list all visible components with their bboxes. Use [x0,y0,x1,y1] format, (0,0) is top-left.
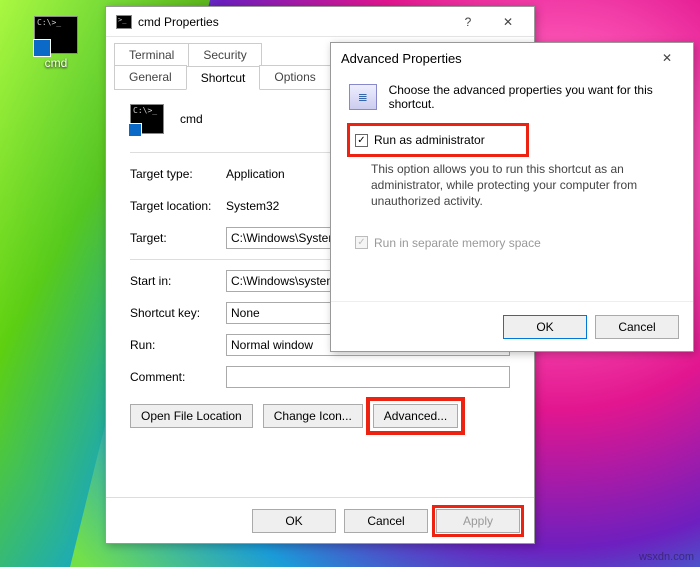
target-location-label: Target location: [130,199,226,213]
comment-input[interactable] [226,366,510,388]
dialog-footer: OK Cancel Apply [106,497,534,543]
target-location-value: System32 [226,195,279,217]
ok-button[interactable]: OK [503,315,587,339]
properties-icon: ≣ [349,84,377,110]
target-label: Target: [130,231,226,245]
desktop-shortcut-cmd[interactable]: cmd [28,16,84,70]
run-label: Run: [130,338,226,352]
target-type-value: Application [226,163,285,185]
titlebar[interactable]: cmd Properties ? ✕ [106,7,534,37]
shortcut-name: cmd [180,112,203,126]
comment-label: Comment: [130,370,226,384]
separate-memory-label: Run in separate memory space [374,236,541,250]
tab-general[interactable]: General [114,65,187,89]
run-as-admin-label: Run as administrator [374,133,485,147]
ok-button[interactable]: OK [252,509,336,533]
tab-options[interactable]: Options [259,65,330,89]
window-title: cmd Properties [138,15,448,29]
checkbox-disabled-icon: ✓ [355,236,368,249]
close-button[interactable]: ✕ [488,8,528,36]
change-icon-button[interactable]: Change Icon... [263,404,363,428]
cancel-button[interactable]: Cancel [344,509,428,533]
titlebar[interactable]: Advanced Properties ✕ [331,43,693,73]
apply-button[interactable]: Apply [436,509,520,533]
advanced-properties-dialog: Advanced Properties ✕ ≣ Choose the advan… [330,42,694,352]
tab-shortcut[interactable]: Shortcut [186,66,261,90]
target-type-label: Target type: [130,167,226,181]
dialog-footer: OK Cancel [331,301,693,351]
watermark: wsxdn.com [639,551,694,563]
checkbox-checked-icon: ✓ [355,134,368,147]
window-title: Advanced Properties [341,51,647,66]
cancel-button[interactable]: Cancel [595,315,679,339]
tab-security[interactable]: Security [188,43,261,66]
desktop-shortcut-label: cmd [28,56,84,70]
cmd-icon [34,16,78,54]
separate-memory-checkbox: ✓ Run in separate memory space [351,230,581,256]
advanced-heading: Choose the advanced properties you want … [389,83,675,111]
help-button[interactable]: ? [448,8,488,36]
cmd-icon [116,15,132,29]
startin-label: Start in: [130,274,226,288]
tab-terminal[interactable]: Terminal [114,43,189,66]
shortcut-large-icon [130,104,164,134]
run-as-admin-description: This option allows you to run this short… [371,161,675,210]
shortcutkey-label: Shortcut key: [130,306,226,320]
run-as-administrator-checkbox[interactable]: ✓ Run as administrator [351,127,525,153]
close-button[interactable]: ✕ [647,44,687,72]
open-file-location-button[interactable]: Open File Location [130,404,253,428]
advanced-button[interactable]: Advanced... [373,404,458,428]
